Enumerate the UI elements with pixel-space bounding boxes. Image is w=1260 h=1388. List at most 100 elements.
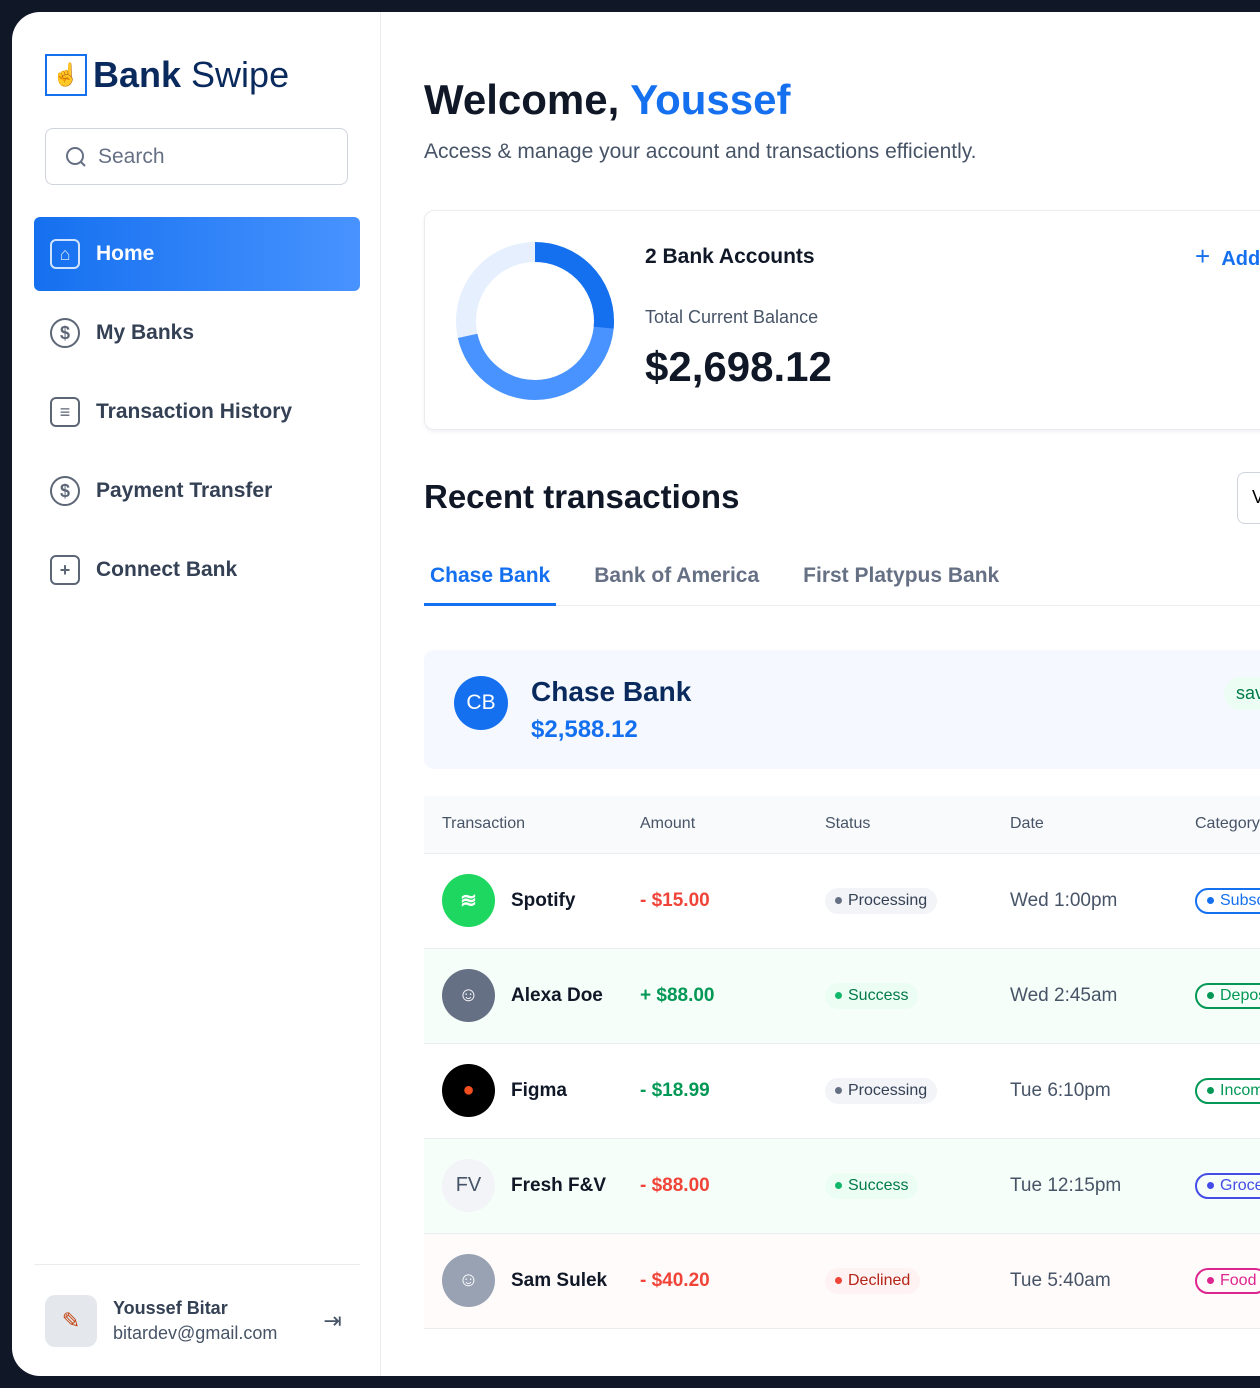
page-subtitle: Access & manage your account and transac… [424,140,977,163]
category-badge: Income [1195,1077,1260,1104]
column-header: Status [807,796,992,854]
bank-info-card: CB Chase Bank $2,588.12 sav [424,650,1260,769]
column-header: Transaction [424,796,622,854]
transaction-name: Spotify [511,889,576,911]
status-label: Processing [848,1081,928,1099]
transaction-amount: - $40.20 [622,1233,807,1329]
table-row[interactable]: FV Fresh F&V - $88.00 Success Tue 12:15pm… [424,1138,1260,1234]
category-badge: Subscri [1195,887,1260,914]
nav-label: Transaction History [96,400,293,423]
transaction-name: Alexa Doe [511,984,603,1006]
dollar-icon: $ [50,318,80,348]
sidebar-nav: ⌂ Home $ My Banks ≡ Transaction History $ Pa… [34,217,360,612]
sidebar-item-transaction-history[interactable]: ≡ Transaction History [34,375,360,449]
category-label: Deposit [1220,986,1260,1004]
table-row[interactable]: ≋ Spotify - $15.00 Processing Wed 1:00pm … [424,853,1260,949]
receipt-icon: ≡ [50,397,80,427]
category-badge: Food [1195,1267,1260,1294]
user-email: bitardev@gmail.com [113,1323,278,1343]
status-label: Declined [848,1271,911,1289]
nav-label: My Banks [96,321,195,344]
table-row[interactable]: ☺ Alexa Doe + $88.00 Success Wed 2:45am D… [424,948,1260,1044]
spotify-logo-icon: ≋ [442,874,495,927]
category-label: Income [1220,1081,1260,1099]
status-label: Success [848,986,909,1004]
user-name: Youssef Bitar [113,1298,228,1318]
nav-label: Payment Transfer [96,479,273,502]
search-icon [66,146,86,167]
status-label: Processing [848,891,928,909]
bank-avatar: CB [454,676,508,730]
user-first-name: Youssef [630,76,791,123]
search-input[interactable]: Search [45,128,348,185]
nav-label: Home [96,242,155,265]
main-content: Welcome, Youssef Access & manage your ac… [424,12,1260,1376]
column-header: Date [992,796,1177,854]
status-badge: Processing [825,887,938,914]
card-add-icon: + [50,555,80,585]
search-placeholder: Search [98,144,165,168]
recent-transactions-title: Recent transactions [424,478,740,515]
avatar: ✎ [45,1295,97,1347]
account-type-badge: sav [1224,677,1260,710]
sidebar-item-connect-bank[interactable]: + Connect Bank [34,533,360,607]
greeting: Welcome, [424,76,620,123]
user-profile: ✎ Youssef Bitar bitardev@gmail.com ⇥ [34,1264,360,1347]
figma-logo-icon: ● [442,1064,495,1117]
status-badge: Processing [825,1077,938,1104]
category-label: Groceri [1220,1176,1260,1194]
logo[interactable]: ☝ Bank Swipe [45,54,289,96]
transaction-name: Sam Sulek [511,1269,608,1291]
avatar: ☺ [442,969,495,1022]
avatar: FV [442,1159,495,1212]
balance-card: 2 Bank Accounts Total Current Balance $2… [424,210,1260,430]
column-header: Amount [622,796,807,854]
category-badge: Deposit [1195,982,1260,1009]
add-bank-button[interactable]: + Add [1195,241,1260,272]
avatar: ☺ [442,1254,495,1307]
add-bank-label: Add [1221,248,1260,270]
balance-donut-chart [456,242,614,400]
category-label: Food [1220,1271,1257,1289]
status-badge: Success [825,982,919,1009]
transaction-date: Tue 12:15pm [992,1138,1177,1234]
status-badge: Declined [825,1267,921,1294]
status-label: Success [848,1176,909,1194]
nav-label: Connect Bank [96,558,238,581]
plus-icon: + [1195,241,1211,271]
category-label: Subscri [1220,891,1260,909]
brand-light: Swipe [191,54,290,95]
sidebar-item-home[interactable]: ⌂ Home [34,217,360,291]
logout-icon[interactable]: ⇥ [323,1308,341,1334]
total-balance: $2,698.12 [645,343,832,390]
home-icon: ⌂ [50,239,80,269]
money-send-icon: $ [50,476,80,506]
tab-first-platypus-bank[interactable]: First Platypus Bank [797,560,1005,606]
view-all-label: V [1252,487,1260,507]
transaction-name: Figma [511,1079,567,1101]
transaction-date: Tue 5:40am [992,1233,1177,1329]
transaction-date: Wed 1:00pm [992,853,1177,949]
logo-icon: ☝ [45,54,87,96]
column-header: Category [1177,796,1260,854]
bank-name: Chase Bank [531,676,692,707]
tab-chase-bank[interactable]: Chase Bank [424,560,557,606]
transactions-table: Transaction Amount Status Date Category … [424,796,1260,1329]
view-all-button[interactable]: V [1237,472,1260,524]
page-title: Welcome, Youssef [424,76,791,124]
app-window: ☝ Bank Swipe Search ⌂ Home $ My Banks ≡ Tra… [12,12,1260,1376]
status-badge: Success [825,1172,919,1199]
sidebar-item-payment-transfer[interactable]: $ Payment Transfer [34,454,360,528]
brand-bold: Bank [93,54,182,95]
table-row[interactable]: ● Figma - $18.99 Processing Tue 6:10pm In… [424,1043,1260,1139]
bank-accounts-count: 2 Bank Accounts [645,245,815,268]
tab-bank-of-america[interactable]: Bank of America [588,560,765,606]
bank-balance: $2,588.12 [531,716,638,743]
transaction-date: Wed 2:45am [992,948,1177,1044]
transaction-amount: - $88.00 [622,1138,807,1234]
sidebar: ☝ Bank Swipe Search ⌂ Home $ My Banks ≡ Tra… [12,12,381,1376]
balance-label: Total Current Balance [645,307,819,327]
sidebar-item-my-banks[interactable]: $ My Banks [34,296,360,370]
table-row[interactable]: ☺ Sam Sulek - $40.20 Declined Tue 5:40am … [424,1233,1260,1329]
transaction-amount: - $15.00 [622,853,807,949]
